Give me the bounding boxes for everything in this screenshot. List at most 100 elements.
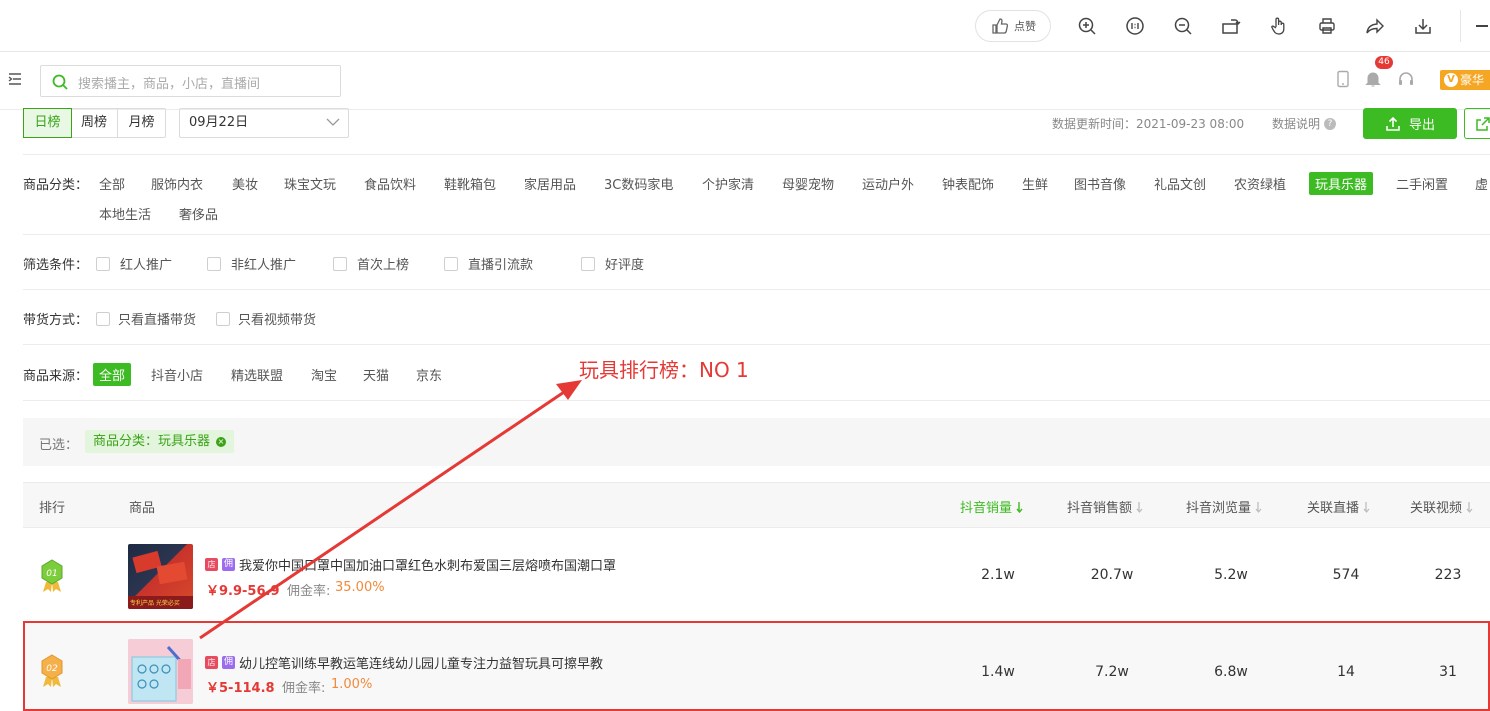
category-local[interactable]: 本地生活 (99, 204, 151, 223)
source-jd[interactable]: 京东 (416, 365, 442, 384)
delivery-label: 带货方式： (23, 313, 89, 328)
filter-rating[interactable]: 好评度 (581, 254, 644, 273)
live-count[interactable]: 574 (1306, 567, 1386, 583)
checkbox[interactable] (444, 256, 458, 271)
category-secondhand[interactable]: 二手闲置 (1396, 174, 1448, 193)
th-revenue[interactable]: 抖音销售额 (1067, 497, 1144, 516)
category-sports[interactable]: 运动户外 (862, 174, 914, 193)
filter-first-listed-label: 首次上榜 (357, 258, 410, 273)
data-note-label: 数据说明 (1272, 117, 1321, 131)
category-apparel[interactable]: 服饰内衣 (151, 174, 203, 193)
source-taobao[interactable]: 淘宝 (311, 365, 337, 384)
toolbar-separator (1460, 10, 1461, 42)
table-row-highlighted[interactable]: 02 店 佣 幼儿控笔训练早教运笔连线幼儿园儿童专注力益智玩具可擦早教 ￥5-1… (23, 621, 1490, 711)
like-label: 点赞 (1014, 20, 1036, 33)
video-count[interactable]: 223 (1408, 567, 1488, 583)
product-name: 幼儿控笔训练早教运笔连线幼儿园儿童专注力益智玩具可擦早教 (239, 657, 604, 672)
checkbox[interactable] (96, 311, 110, 326)
like-button[interactable]: 点赞 (975, 10, 1051, 42)
download-icon[interactable] (1413, 16, 1433, 36)
date-value: 09月22日 (189, 115, 249, 130)
th-live[interactable]: 关联直播 (1307, 497, 1371, 516)
product-name-link[interactable]: 店 佣 我爱你中国口罩中国加油口罩红色水刺布爱国三层熔喷布国潮口罩 (205, 555, 616, 574)
category-baby-pet[interactable]: 母婴宠物 (782, 174, 834, 193)
tab-daily[interactable]: 日榜 (23, 108, 72, 138)
export-button[interactable]: 导出 (1363, 108, 1457, 139)
collapse-menu-icon[interactable] (8, 72, 22, 86)
source-douyin-shop[interactable]: 抖音小店 (151, 365, 203, 384)
th-views[interactable]: 抖音浏览量 (1186, 497, 1263, 516)
mobile-icon[interactable] (1334, 70, 1352, 88)
annotation-text: 玩具排行榜：NO 1 (579, 358, 749, 382)
category-toys-active[interactable]: 玩具乐器 (1309, 172, 1374, 195)
filter-live-only[interactable]: 只看直播带货 (96, 309, 196, 328)
selected-tag[interactable]: 商品分类：玩具乐器 × (85, 430, 235, 453)
filter-non-influencer[interactable]: 非红人推广 (207, 254, 296, 273)
th-revenue-label: 抖音销售额 (1067, 501, 1133, 516)
minimize-icon[interactable] (1476, 25, 1488, 27)
price-range: ￥5-114.8 (206, 681, 275, 696)
product-thumbnail[interactable]: 专利产品 光荣必买 (128, 544, 193, 609)
checkbox[interactable] (333, 256, 347, 271)
views-value: 5.2w (1214, 567, 1248, 583)
hand-tool-icon[interactable] (1269, 16, 1289, 36)
category-3c[interactable]: 3C数码家电 (604, 174, 673, 193)
source-all-active[interactable]: 全部 (93, 363, 132, 386)
vip-v-icon: V (1444, 73, 1458, 87)
search-input[interactable]: 搜索播主，商品，小店，直播间 (78, 73, 260, 92)
category-personal-care[interactable]: 个护家清 (702, 174, 754, 193)
tab-monthly[interactable]: 月榜 (118, 109, 165, 137)
data-note-link[interactable]: 数据说明 ? (1272, 115, 1337, 132)
vip-badge[interactable]: V 豪华 (1440, 70, 1490, 90)
filter-non-influencer-label: 非红人推广 (231, 258, 297, 273)
category-books[interactable]: 图书音像 (1074, 174, 1126, 193)
filter-video-only[interactable]: 只看视频带货 (216, 309, 316, 328)
commission-icon: 佣 (222, 656, 235, 669)
price-range: ￥9.9-56.9 (206, 584, 280, 599)
source-tmall[interactable]: 天猫 (363, 365, 389, 384)
share-icon[interactable] (1365, 16, 1385, 36)
zoom-out-icon[interactable] (1173, 16, 1193, 36)
selected-filters-bar: 已选： 商品分类：玩具乐器 × (23, 418, 1490, 466)
product-thumbnail[interactable] (128, 639, 193, 704)
source-alliance[interactable]: 精选联盟 (231, 365, 283, 384)
table-row[interactable]: 01 专利产品 光荣必买 店 佣 我爱你中国口罩中国加油口罩红色水刺布爱国三层熔… (23, 530, 1490, 620)
th-video[interactable]: 关联视频 (1410, 497, 1474, 516)
live-count[interactable]: 14 (1306, 664, 1386, 680)
search-box[interactable]: 搜索播主，商品，小店，直播间 (40, 65, 341, 97)
zoom-in-icon[interactable] (1077, 16, 1097, 36)
checkbox[interactable] (216, 311, 230, 326)
print-icon[interactable] (1317, 16, 1337, 36)
checkbox[interactable] (207, 256, 221, 271)
category-shoes-bags[interactable]: 鞋靴箱包 (444, 174, 496, 193)
date-select[interactable]: 09月22日 (179, 108, 349, 138)
tab-weekly[interactable]: 周榜 (71, 109, 118, 137)
close-icon[interactable]: × (216, 436, 227, 447)
category-all[interactable]: 全部 (99, 174, 125, 193)
filter-first-listed[interactable]: 首次上榜 (333, 254, 409, 273)
commission-label: 佣金率: (282, 681, 326, 696)
headset-icon[interactable] (1397, 70, 1415, 88)
category-food[interactable]: 食品饮料 (364, 174, 416, 193)
bell-icon[interactable] (1364, 70, 1382, 88)
filter-live-traffic[interactable]: 直播引流款 (444, 254, 533, 273)
category-fresh[interactable]: 生鲜 (1022, 174, 1048, 193)
th-sales[interactable]: 抖音销量 (960, 497, 1024, 516)
shop-icon: 店 (205, 558, 218, 571)
product-name-link[interactable]: 店 佣 幼儿控笔训练早教运笔连线幼儿园儿童专注力益智玩具可擦早教 (205, 653, 603, 672)
category-gifts[interactable]: 礼品文创 (1154, 174, 1206, 193)
category-virtual[interactable]: 虚 (1475, 174, 1488, 193)
fit-to-page-icon[interactable] (1125, 16, 1145, 36)
checkbox[interactable] (96, 256, 110, 271)
category-jewelry[interactable]: 珠宝文玩 (284, 174, 336, 193)
category-home[interactable]: 家居用品 (524, 174, 576, 193)
category-agri[interactable]: 农资绿植 (1234, 174, 1286, 193)
share-button[interactable] (1464, 108, 1490, 139)
checkbox[interactable] (581, 256, 595, 271)
category-luxury[interactable]: 奢侈品 (179, 204, 218, 223)
filter-influencer[interactable]: 红人推广 (96, 254, 172, 273)
category-beauty[interactable]: 美妆 (232, 174, 258, 193)
video-count[interactable]: 31 (1408, 664, 1488, 680)
rotate-icon[interactable] (1221, 16, 1241, 36)
category-watches[interactable]: 钟表配饰 (942, 174, 994, 193)
